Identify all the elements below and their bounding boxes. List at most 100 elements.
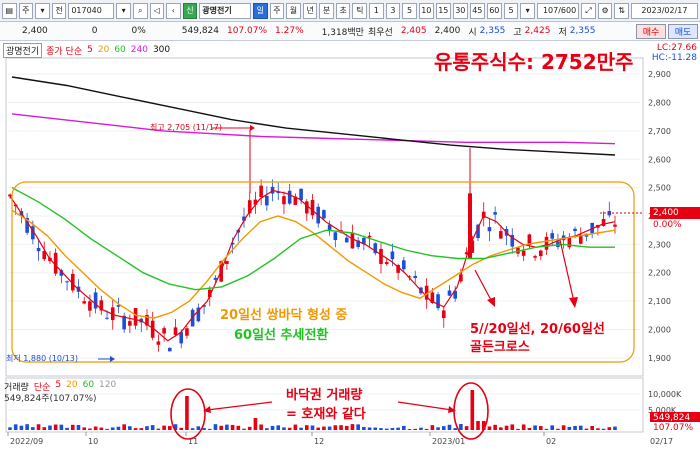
volume-bar: [270, 425, 275, 430]
candle-body: [265, 196, 269, 206]
current-pct-tag: 0.00%: [650, 219, 700, 231]
legend-stock-name[interactable]: 광명전기: [3, 42, 43, 58]
y-tick-label: 2,100: [648, 297, 671, 306]
y-tick-label: 2,900: [648, 70, 671, 79]
volume-bar: [384, 428, 389, 430]
volume-bar: [396, 427, 400, 430]
volume-bar: [48, 425, 52, 430]
high-label: 최고 2,705 (11/17): [150, 123, 223, 132]
candle-body: [173, 327, 178, 335]
volume-bar: [259, 424, 263, 430]
low-label: 최저 1,880 (10/13): [6, 354, 79, 363]
candle-body: [156, 341, 161, 345]
pattern-label-1: 20일선 쌍바닥 형성 중: [220, 308, 348, 323]
candle-body: [82, 301, 86, 304]
lc-hc-indicator: LC:27.66 HC:-11.28: [652, 43, 697, 63]
candle-body: [344, 237, 349, 243]
volume-bar: [607, 427, 612, 430]
volume-bar: [110, 427, 115, 430]
candle-body: [573, 228, 577, 232]
candle-body: [65, 281, 69, 283]
volume-total: 549,824주(107.07%): [4, 394, 97, 404]
legend-ma60: 60: [114, 45, 126, 55]
candle-body: [539, 250, 543, 257]
volume-bar: [88, 428, 92, 430]
candle-body: [299, 188, 303, 201]
price-legend: 광명전기 종가 단순 5 20 60 240 300: [3, 42, 175, 58]
candle-body: [447, 290, 452, 296]
volume-bar: [276, 425, 281, 430]
candle-body: [322, 210, 326, 219]
volume-bar: [287, 427, 292, 430]
volume-bar: [162, 425, 166, 430]
volume-bar: [362, 426, 366, 430]
candle-body: [36, 247, 41, 252]
candle-body: [225, 261, 229, 265]
golden-cross-label-1: 5//20일선, 20/60일선: [470, 322, 605, 337]
volume-bar: [613, 426, 617, 430]
volume-bar: [230, 424, 235, 430]
volume-bar: [402, 425, 406, 430]
volume-bar: [247, 426, 252, 430]
y-tick-label: 2,200: [648, 269, 671, 278]
volume-bar: [179, 427, 184, 430]
legend-ma240: 240: [130, 45, 148, 55]
volume-bar: [156, 428, 161, 430]
legend-ma-label: 종가 단순: [46, 46, 83, 57]
volume-bar: [105, 428, 109, 430]
candle-body: [259, 185, 263, 198]
volume-bar: [31, 427, 35, 430]
volume-bar: [584, 428, 589, 430]
candle-body: [533, 256, 537, 258]
x-tick-label: 2023/01: [432, 437, 465, 446]
candle-body: [105, 317, 109, 319]
y-tick-label: 2,700: [648, 127, 671, 136]
volume-bar: [436, 427, 440, 430]
candle-body: [499, 231, 503, 239]
candle-body: [521, 250, 526, 256]
volume-bar: [310, 425, 315, 430]
legend-ma5: 5: [87, 45, 93, 55]
volume-label-2: = 호재와 같다: [286, 407, 366, 422]
volume-bar: [533, 425, 537, 430]
candle-body: [441, 310, 446, 319]
volume-bar: [476, 421, 480, 430]
candle-body: [133, 308, 138, 326]
volume-bar: [453, 428, 457, 430]
y-tick-label: 2,300: [648, 240, 671, 249]
candle-body: [350, 233, 355, 249]
y-tick-label: 2,800: [648, 99, 671, 108]
volume-bar: [419, 427, 423, 430]
volume-bar: [185, 396, 189, 430]
legend-ma300: 300: [152, 45, 171, 55]
volume-bar: [470, 390, 475, 430]
volume-bar: [567, 426, 572, 430]
volume-bar: [556, 428, 560, 430]
volume-bar: [99, 427, 104, 430]
volume-bar: [53, 424, 58, 430]
x-tick-label: 12: [314, 437, 324, 446]
volume-bar: [168, 426, 172, 430]
volume-bar: [390, 427, 395, 430]
candle-body: [379, 248, 383, 264]
pattern-label-2: 60일선 추세전환: [234, 328, 329, 343]
volume-bar: [265, 428, 269, 430]
volume-bar: [253, 418, 258, 430]
volume-bar: [316, 427, 321, 430]
volume-bar: [356, 424, 360, 430]
volume-bar: [350, 424, 355, 430]
volume-bar: [19, 425, 24, 430]
volume-bar: [544, 428, 549, 430]
x-tick-label: 2022/09: [10, 437, 43, 446]
candle-body: [282, 196, 286, 205]
volume-bar: [344, 425, 349, 430]
volume-bar: [25, 424, 29, 430]
volume-bar: [327, 426, 332, 430]
volume-bar: [333, 425, 338, 430]
volume-bar: [13, 424, 18, 430]
volume-bar: [601, 428, 606, 430]
volume-bar: [293, 424, 298, 430]
y-tick-label: 2,600: [648, 155, 671, 164]
volume-bar: [339, 425, 343, 430]
candle-body: [179, 332, 184, 344]
